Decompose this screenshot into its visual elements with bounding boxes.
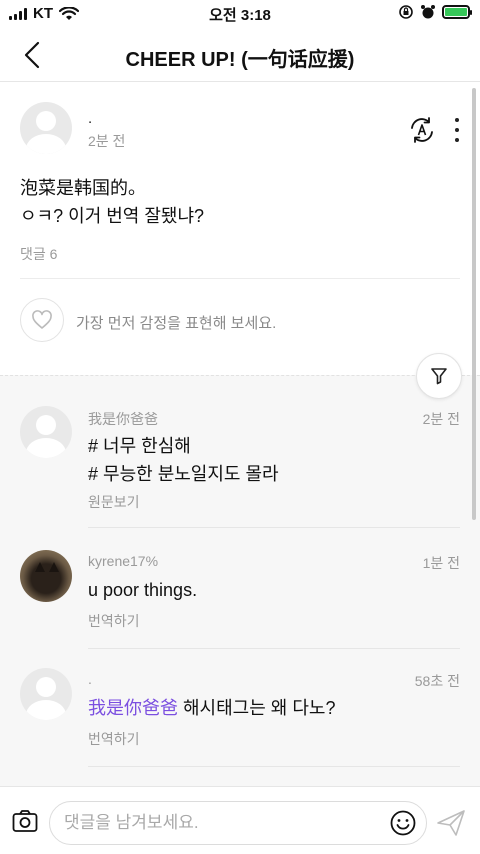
comment-time: 1분 전 [422, 555, 460, 571]
view-original-button[interactable]: 원문보기 [88, 492, 140, 512]
post-body-line: 泡菜是韩国的。 [20, 178, 146, 198]
filter-button[interactable] [416, 353, 462, 399]
comment-item: 我是你爸爸 2분 전 # 너무 한심해 # 무능한 분노일지도 몰라 원문보기 [0, 406, 480, 528]
divider [88, 527, 460, 528]
send-button[interactable] [436, 809, 466, 837]
post-time: 2분 전 [88, 133, 126, 149]
comment-line: # 너무 한심해 [88, 436, 191, 456]
nav-bar: CHEER UP! (一句话应援) [0, 28, 480, 82]
post-body: 泡菜是韩国的。 ㅇㅋ? 이거 번역 잘됐냐? [20, 174, 204, 230]
avatar[interactable] [20, 102, 72, 154]
comment-count[interactable]: 댓글 6 [20, 244, 57, 264]
comment-line: 해시태그는 왜 다노? [178, 698, 336, 718]
rotation-lock-icon [399, 5, 413, 19]
status-bar: KT 오전 3:18 [0, 0, 480, 28]
translate-link[interactable]: 번역하기 [88, 729, 140, 749]
comment-author[interactable]: 我是你爸爸 [88, 409, 158, 429]
comment-input[interactable] [64, 802, 384, 844]
battery-icon [442, 5, 472, 19]
comment-time: 58초 전 [414, 673, 460, 689]
page-title: CHEER UP! (一句话应援) [125, 49, 355, 71]
avatar[interactable] [20, 550, 72, 602]
more-options-button[interactable] [448, 118, 466, 142]
status-right [398, 4, 472, 20]
camera-icon [12, 810, 38, 832]
like-button[interactable] [20, 298, 64, 342]
more-vertical-icon [455, 118, 459, 122]
filter-icon [431, 368, 447, 385]
comment-list: 我是你爸爸 2분 전 # 너무 한심해 # 무능한 분노일지도 몰라 원문보기 … [0, 375, 480, 786]
comment-item: kyrene17% 1분 전 u poor things. 번역하기 [0, 550, 480, 658]
comment-text: u poor things. [88, 576, 197, 604]
like-prompt: 가장 먼저 감정을 표현해 보세요. [76, 315, 277, 332]
emoji-button[interactable] [390, 810, 416, 836]
mention-link[interactable]: 我是你爸爸 [88, 698, 178, 718]
comment-text: 我是你爸爸 해시태그는 왜 다노? [88, 694, 336, 722]
smiley-icon [390, 810, 416, 836]
avatar[interactable] [20, 668, 72, 720]
comment-line: u poor things. [88, 580, 198, 600]
scrollbar[interactable] [472, 88, 476, 520]
heart-icon [32, 310, 52, 329]
comment-author[interactable]: kyrene17% [88, 553, 158, 569]
comment-time: 2분 전 [422, 411, 460, 427]
divider [88, 648, 460, 649]
comment-text: # 너무 한심해 # 무능한 분노일지도 몰라 [88, 432, 279, 488]
comment-item: . 58초 전 我是你爸爸 해시태그는 왜 다노? 번역하기 [0, 668, 480, 780]
send-icon [437, 810, 465, 836]
translate-link[interactable]: 번역하기 [88, 611, 140, 631]
post: . 2분 전 泡菜是韩国的。 ㅇㅋ? 이거 번역 잘됐냐? 댓글 6 가장 먼저… [0, 82, 480, 375]
camera-button[interactable] [12, 809, 38, 833]
divider [88, 766, 460, 767]
post-author[interactable]: . [88, 110, 92, 127]
post-body-line: ㅇㅋ? 이거 번역 잘됐냐? [20, 206, 205, 226]
comment-line: # 무능한 분노일지도 몰라 [88, 464, 279, 484]
alarm-icon [421, 5, 435, 19]
avatar[interactable] [20, 406, 72, 458]
comment-input-bar [0, 786, 480, 854]
comment-input-wrap [49, 801, 427, 845]
translate-icon [411, 117, 433, 143]
comment-author[interactable]: . [88, 671, 92, 687]
translate-button[interactable] [408, 116, 436, 144]
divider [20, 278, 460, 279]
